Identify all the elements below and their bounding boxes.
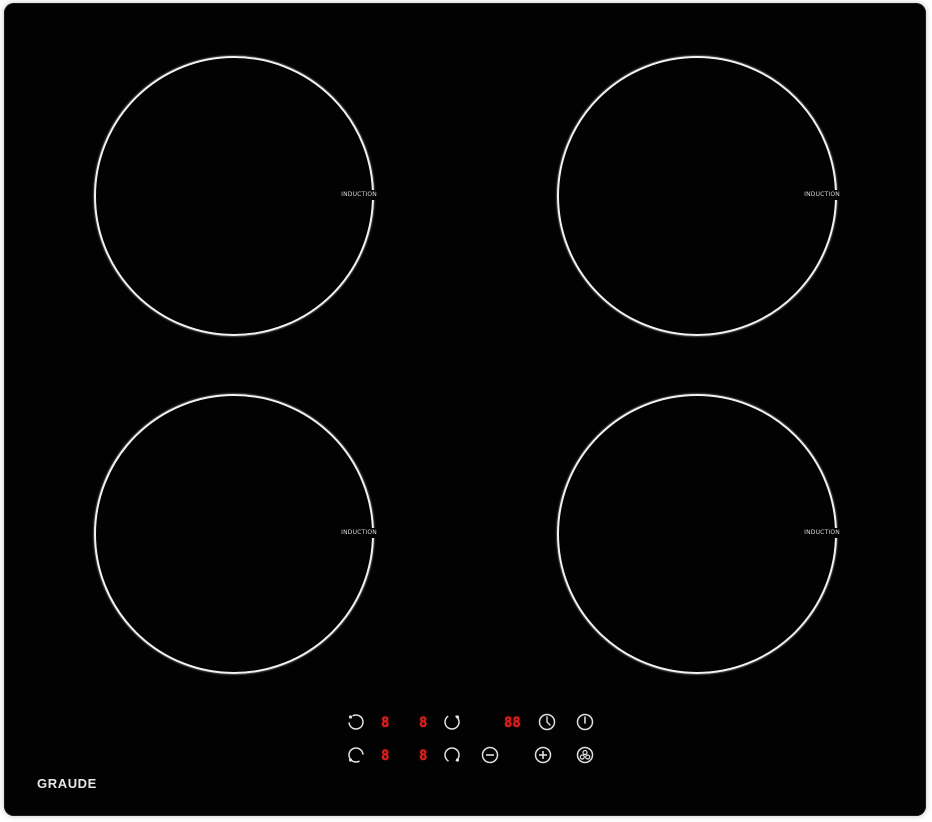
brand-logo: GRAUDE xyxy=(37,776,97,791)
zone-select-icon xyxy=(348,747,364,763)
plus-button[interactable] xyxy=(533,745,553,765)
zone-label: INDUCTION xyxy=(338,528,380,538)
cooking-zone-front-left[interactable]: INDUCTION xyxy=(94,394,380,674)
plus-icon xyxy=(534,746,552,764)
cooking-zone-rear-left[interactable]: INDUCTION xyxy=(94,56,380,336)
power-icon xyxy=(576,713,594,731)
zone-label: INDUCTION xyxy=(801,190,843,200)
minus-button[interactable] xyxy=(480,745,500,765)
cooking-zone-rear-right[interactable]: INDUCTION xyxy=(557,56,843,336)
timer-button[interactable] xyxy=(537,712,557,732)
page: INDUCTION INDUCTION INDUCTION INDUCTION … xyxy=(0,0,932,822)
minus-icon xyxy=(481,746,499,764)
zone-select-rear-right-button[interactable] xyxy=(442,712,462,732)
front-right-power-display: 8 xyxy=(419,748,428,764)
zone-select-icon xyxy=(444,714,460,730)
zone-select-icon xyxy=(444,747,460,763)
zone-label: INDUCTION xyxy=(801,528,843,538)
child-lock-icon xyxy=(576,746,594,764)
power-button[interactable] xyxy=(575,712,595,732)
zone-select-front-left-button[interactable] xyxy=(346,745,366,765)
rear-right-power-display: 8 xyxy=(419,715,428,731)
zone-select-rear-left-button[interactable] xyxy=(346,712,366,732)
cooking-zone-front-right[interactable]: INDUCTION xyxy=(557,394,843,674)
child-lock-button[interactable] xyxy=(575,745,595,765)
zone-label: INDUCTION xyxy=(338,190,380,200)
zone-select-icon xyxy=(348,714,364,730)
induction-cooktop: INDUCTION INDUCTION INDUCTION INDUCTION … xyxy=(4,3,926,816)
timer-display: 88 xyxy=(504,715,521,731)
clock-icon xyxy=(538,713,556,731)
front-left-power-display: 8 xyxy=(381,748,390,764)
zone-select-front-right-button[interactable] xyxy=(442,745,462,765)
rear-left-power-display: 8 xyxy=(381,715,390,731)
